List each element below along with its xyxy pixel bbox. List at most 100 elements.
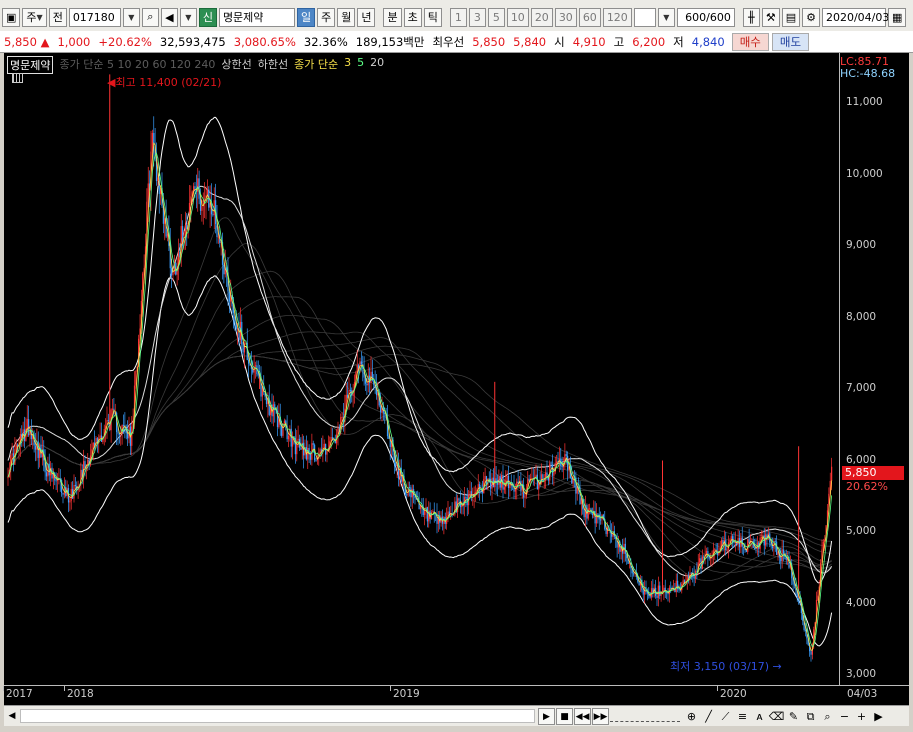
candle-body: [567, 455, 569, 470]
buy-button[interactable]: 매수: [731, 32, 769, 51]
candle-body: [726, 549, 728, 551]
custom-interval-input[interactable]: [633, 7, 656, 27]
candle-body: [583, 509, 585, 518]
x-tick-label: 2018: [67, 688, 94, 700]
candle-body: [45, 472, 48, 477]
period-day-tab[interactable]: 일: [296, 7, 316, 27]
candle-body: [360, 361, 362, 365]
interval-dropdown[interactable]: ▼: [657, 7, 675, 27]
line-tool-icon[interactable]: ╱: [701, 708, 716, 725]
scroll-left-icon[interactable]: ◀: [6, 709, 18, 723]
save-icon[interactable]: ▤: [781, 7, 801, 27]
candle-body: [252, 369, 254, 373]
fast-forward-icon[interactable]: ▶▶: [592, 708, 609, 725]
candle-body: [708, 557, 710, 559]
minute-20-button[interactable]: 20: [530, 7, 553, 27]
x-tick-label: 2017: [6, 688, 33, 700]
candle-body: [699, 558, 701, 563]
code-dropdown-button[interactable]: ▼: [122, 7, 140, 27]
date-input[interactable]: 2020/04/03: [821, 7, 889, 27]
candle-body: [551, 464, 554, 476]
chart-plot-area[interactable]: [4, 53, 839, 685]
interval-second-tab[interactable]: 초: [403, 7, 422, 27]
high-label: 고: [613, 34, 625, 49]
legend-stock-name[interactable]: 명문제약: [7, 56, 54, 74]
candle-body: [553, 472, 555, 476]
minute-1-button[interactable]: 1: [449, 7, 467, 27]
rewind-icon[interactable]: ◀◀: [574, 708, 591, 725]
draw-tool-icon[interactable]: ✎: [786, 708, 801, 725]
zoom-slider[interactable]: [610, 710, 680, 722]
minute-3-button[interactable]: 3: [468, 7, 486, 27]
period-week-tab[interactable]: 주: [317, 7, 336, 27]
minute-30-button[interactable]: 30: [554, 7, 577, 27]
trend-tool-icon[interactable]: ⟋: [718, 708, 733, 725]
candle-body: [28, 419, 30, 436]
copy-icon[interactable]: ⧉: [803, 708, 818, 725]
candle-body: [798, 597, 800, 599]
scroll-right-icon[interactable]: ▶: [871, 708, 886, 725]
prev-button[interactable]: 전: [48, 7, 67, 27]
play-icon[interactable]: ▶: [538, 708, 555, 725]
candle-body: [287, 435, 290, 440]
candle-body: [297, 438, 299, 441]
upper-band-line: [7, 116, 833, 584]
candle-body: [556, 461, 558, 464]
candle-body: [74, 484, 76, 487]
period-year-tab[interactable]: 년: [357, 7, 376, 27]
data-count-field[interactable]: 600/600: [676, 7, 735, 27]
quote-bar: 5,850 ▲ 1,000 +20.62% 32,593,475 3,080.6…: [0, 31, 913, 53]
grid-table-icon[interactable]: [12, 73, 23, 83]
search-icon[interactable]: ⌕: [141, 7, 159, 27]
interval-minute-tab[interactable]: 분: [383, 7, 402, 27]
candle-body: [675, 580, 677, 593]
candle-body: [118, 433, 120, 435]
price-axis: 11,000 10,000 9,000 8,000 7,000 6,000 5,000 4,0…: [839, 53, 909, 685]
stock-code-input[interactable]: 017180: [68, 7, 121, 27]
candle-body: [388, 436, 390, 439]
market-select[interactable]: 주 ▼: [22, 7, 47, 27]
window-icon[interactable]: ▣: [2, 7, 21, 27]
fib-tool-icon[interactable]: ≡: [735, 708, 750, 725]
candle-body: [703, 556, 705, 558]
eraser-icon[interactable]: ⌫: [769, 708, 785, 725]
candle-body: [780, 557, 782, 562]
zoom-out-icon[interactable]: −: [837, 708, 852, 725]
tools-icon[interactable]: ⚒: [761, 7, 780, 27]
x-tick-label: 2020: [720, 688, 747, 700]
candle-body: [479, 484, 481, 490]
scroll-track[interactable]: [20, 709, 535, 723]
minute-5-button[interactable]: 5: [487, 7, 505, 27]
interval-tick-tab[interactable]: 틱: [423, 7, 442, 27]
candle-body: [172, 272, 174, 276]
x-tick-mark: [717, 686, 718, 691]
zoom-in-icon[interactable]: +: [854, 708, 869, 725]
sell-button[interactable]: 매도: [771, 32, 810, 51]
price-chart[interactable]: 명문제약 종가 단순 5 10 20 60 120 240 상한선 하한선 종가…: [3, 53, 909, 705]
x-tick-label: 04/03: [847, 688, 878, 700]
gear-icon[interactable]: ⚙: [802, 7, 820, 27]
stop-icon[interactable]: ■: [556, 708, 573, 725]
crosshair-icon[interactable]: ⊕: [684, 708, 699, 725]
candle-body: [151, 132, 153, 152]
candle-body: [223, 264, 225, 275]
candle-body: [656, 595, 658, 598]
candle-body: [732, 536, 734, 542]
minute-60-button[interactable]: 60: [578, 7, 601, 27]
minute-10-button[interactable]: 10: [506, 7, 529, 27]
toolbar: ▣ 주 ▼ 전 017180 ▼ ⌕ ◀ ▼ 신 명문제약 일 주 월 년 분 초…: [0, 0, 913, 34]
y-tick-label: 7,000: [846, 382, 877, 394]
text-tool-icon[interactable]: ᴀ: [752, 708, 767, 725]
calendar-icon[interactable]: ▦: [887, 7, 907, 27]
minute-120-button[interactable]: 120: [602, 7, 632, 27]
search-zoom-icon[interactable]: ⌕: [820, 708, 835, 725]
candle-body: [26, 419, 28, 429]
new-tag: 신: [198, 7, 217, 27]
candle-body: [69, 500, 71, 503]
candle-body: [831, 466, 833, 481]
sound-dropdown[interactable]: ▼: [179, 7, 197, 27]
candle-icon[interactable]: ╫: [742, 7, 760, 27]
candle-body: [754, 547, 756, 549]
period-month-tab[interactable]: 월: [337, 7, 356, 27]
sound-icon[interactable]: ◀: [160, 7, 178, 27]
